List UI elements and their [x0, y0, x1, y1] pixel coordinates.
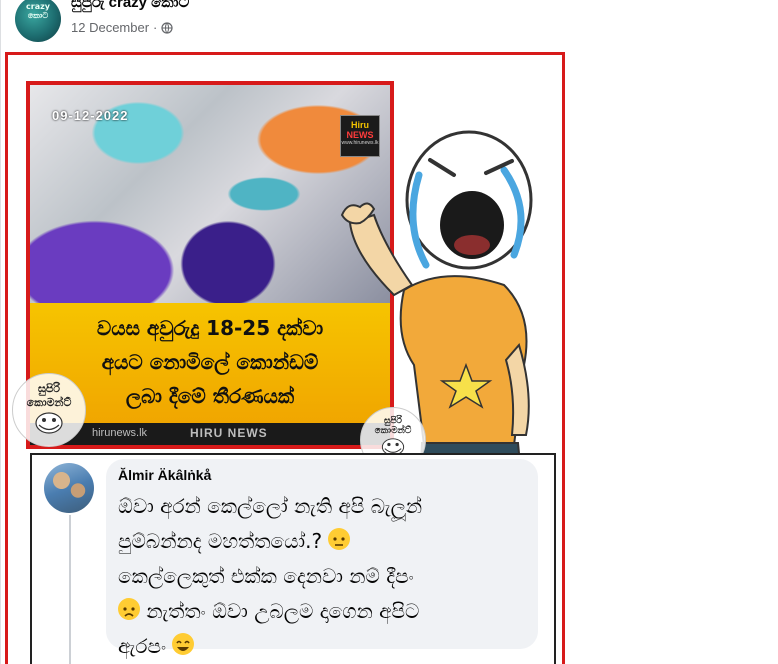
news-footer-url: hirunews.lk [92, 427, 148, 439]
comment-line-text: පුම්බන්නද මහත්තයෝ.? [118, 529, 329, 553]
comment-thread-line [69, 515, 71, 664]
neutral-face-icon [328, 528, 351, 550]
comment-screenshot: Ălmir Äkâlṅkå ඕවා අරන් කෙල්ලෝ නැති අපි බ… [30, 453, 556, 664]
comment-line: නැත්තං ඕවා උබලම දාගෙන අපිට [118, 594, 536, 629]
stamp-line2: කොමන්ට් [374, 426, 412, 436]
comment-line: ඕවා අරන් කෙල්ලෝ නැති අපි බැලූන් [118, 494, 423, 518]
post-date-link[interactable]: 12 December [71, 20, 149, 35]
commenter-avatar [44, 463, 94, 513]
comment-line-text: නැත්තං ඕවා උබලම දාගෙන අපිට [140, 599, 420, 623]
stamp-line1: සුපිරි [38, 382, 60, 395]
stamp-line2: කොමන්ට් [26, 396, 72, 409]
troll-face-icon [35, 412, 63, 434]
meta-separator: · [153, 20, 158, 35]
post-header: crazy කොට සුපුරු crazy කොට 12 December · [15, 0, 755, 44]
comment-footer: 190 [106, 655, 538, 664]
news-footer-brand: HIRU NEWS [190, 426, 268, 440]
post-meta: 12 December · [71, 20, 173, 35]
grinning-face-icon [172, 633, 195, 655]
news-date: 09-12-2022 [52, 108, 129, 123]
globe-icon[interactable] [161, 21, 173, 34]
comment-author: Ălmir Äkâlṅkå [118, 467, 212, 483]
avatar-logo-text: crazy කොට [26, 2, 50, 20]
facebook-post-card: crazy කොට සුපුරු crazy කොට 12 December · … [0, 0, 778, 664]
super-comment-stamp: සුපිරි කොමන්ට් [12, 373, 86, 447]
comment-text: ඕවා අරන් කෙල්ලෝ නැති අපි බැලූන් පුම්බන්න… [118, 489, 536, 664]
post-image[interactable]: 09-12-2022 Hiru NEWS www.hirunews.lk වයස… [5, 52, 565, 664]
page-avatar[interactable]: crazy කොට [15, 0, 61, 42]
stamp-line1: සුපිරි [383, 416, 402, 426]
frowning-face-icon [118, 598, 140, 620]
comment-line: කෙල්ලෙකුත් එක්ක දෙනවා නම් දීපං [118, 564, 414, 588]
comment-bubble: Ălmir Äkâlṅkå ඕවා අරන් කෙල්ලෝ නැති අපි බ… [106, 459, 538, 658]
page-name-link[interactable]: සුපුරු crazy කොට [71, 0, 189, 11]
comment-line: පුම්බන්නද මහත්තයෝ.? [118, 524, 536, 559]
